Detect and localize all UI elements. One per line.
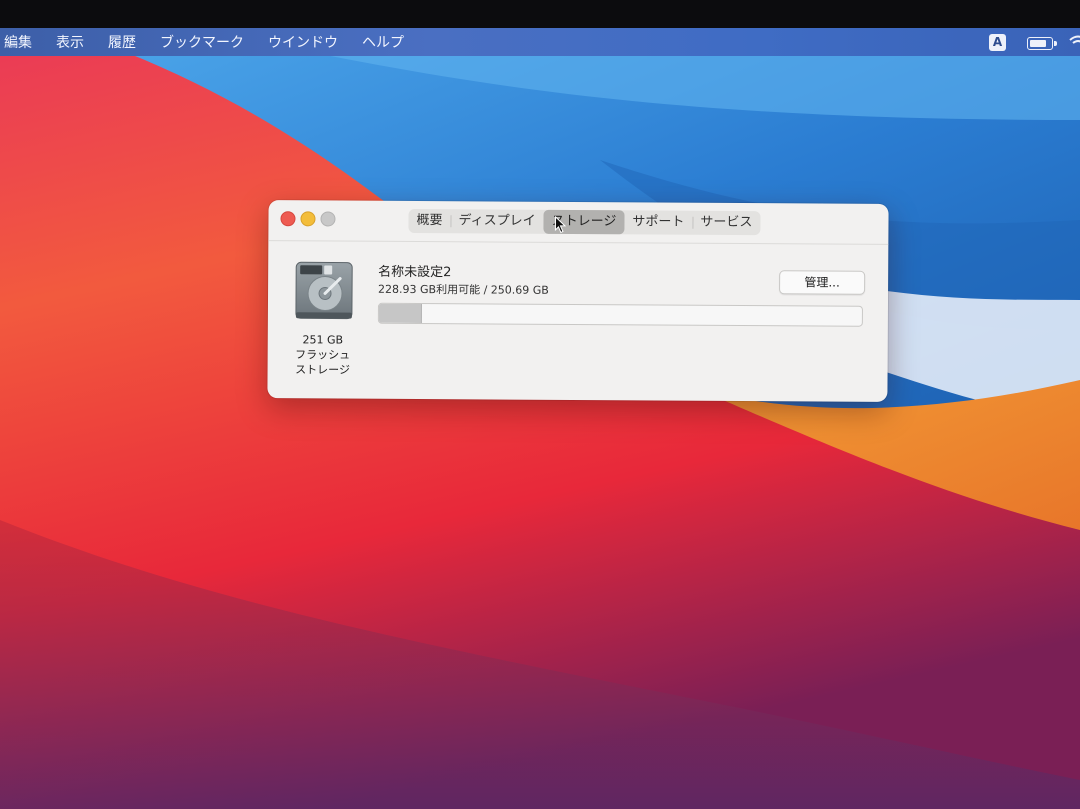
tab-bar: 概要 ディスプレイ ストレージ サポート サービス: [408, 208, 761, 236]
volume-name: 名称未設定2: [378, 264, 452, 281]
zoom-button: [320, 211, 336, 227]
menu-window[interactable]: ウインドウ: [256, 32, 350, 52]
menu-edit[interactable]: 編集: [0, 32, 44, 52]
menu-view[interactable]: 表示: [44, 32, 96, 52]
storage-used-segment: [378, 303, 422, 324]
screen-bezel: [0, 0, 1080, 30]
menu-help[interactable]: ヘルプ: [350, 32, 416, 52]
window-titlebar[interactable]: 概要 ディスプレイ ストレージ サポート サービス: [268, 200, 889, 245]
hard-drive-icon: [295, 261, 353, 320]
drive-capacity: 251 GB: [302, 333, 344, 347]
drive-type-line1: フラッシュ: [295, 348, 351, 362]
close-button[interactable]: [280, 211, 296, 227]
storage-usage-bar: [377, 302, 863, 327]
menu-bookmarks[interactable]: ブックマーク: [148, 32, 256, 52]
drive-caption: 251 GB フラッシュ ストレージ: [278, 332, 368, 378]
manage-button[interactable]: 管理...: [779, 270, 866, 295]
input-source-icon[interactable]: A: [989, 34, 1006, 51]
battery-icon[interactable]: [1027, 37, 1057, 50]
minimize-button[interactable]: [300, 211, 316, 227]
menu-history[interactable]: 履歴: [96, 32, 148, 52]
volume-availability: 228.93 GB利用可能 / 250.69 GB: [378, 282, 549, 297]
mouse-pointer-icon: [554, 215, 567, 234]
tab-overview[interactable]: 概要: [408, 209, 450, 233]
desktop-wallpaper: [0, 0, 1080, 809]
drive-type-line2: ストレージ: [295, 363, 351, 377]
wifi-icon[interactable]: [1068, 32, 1080, 52]
menu-bar: 編集 表示 履歴 ブックマーク ウインドウ ヘルプ A: [0, 28, 1080, 56]
tab-service[interactable]: サービス: [692, 211, 760, 235]
tab-displays[interactable]: ディスプレイ: [450, 209, 543, 234]
tab-support[interactable]: サポート: [624, 210, 692, 234]
about-this-mac-window: 概要 ディスプレイ ストレージ サポート サービス 251 GB フラッシュ ス…: [267, 200, 889, 402]
